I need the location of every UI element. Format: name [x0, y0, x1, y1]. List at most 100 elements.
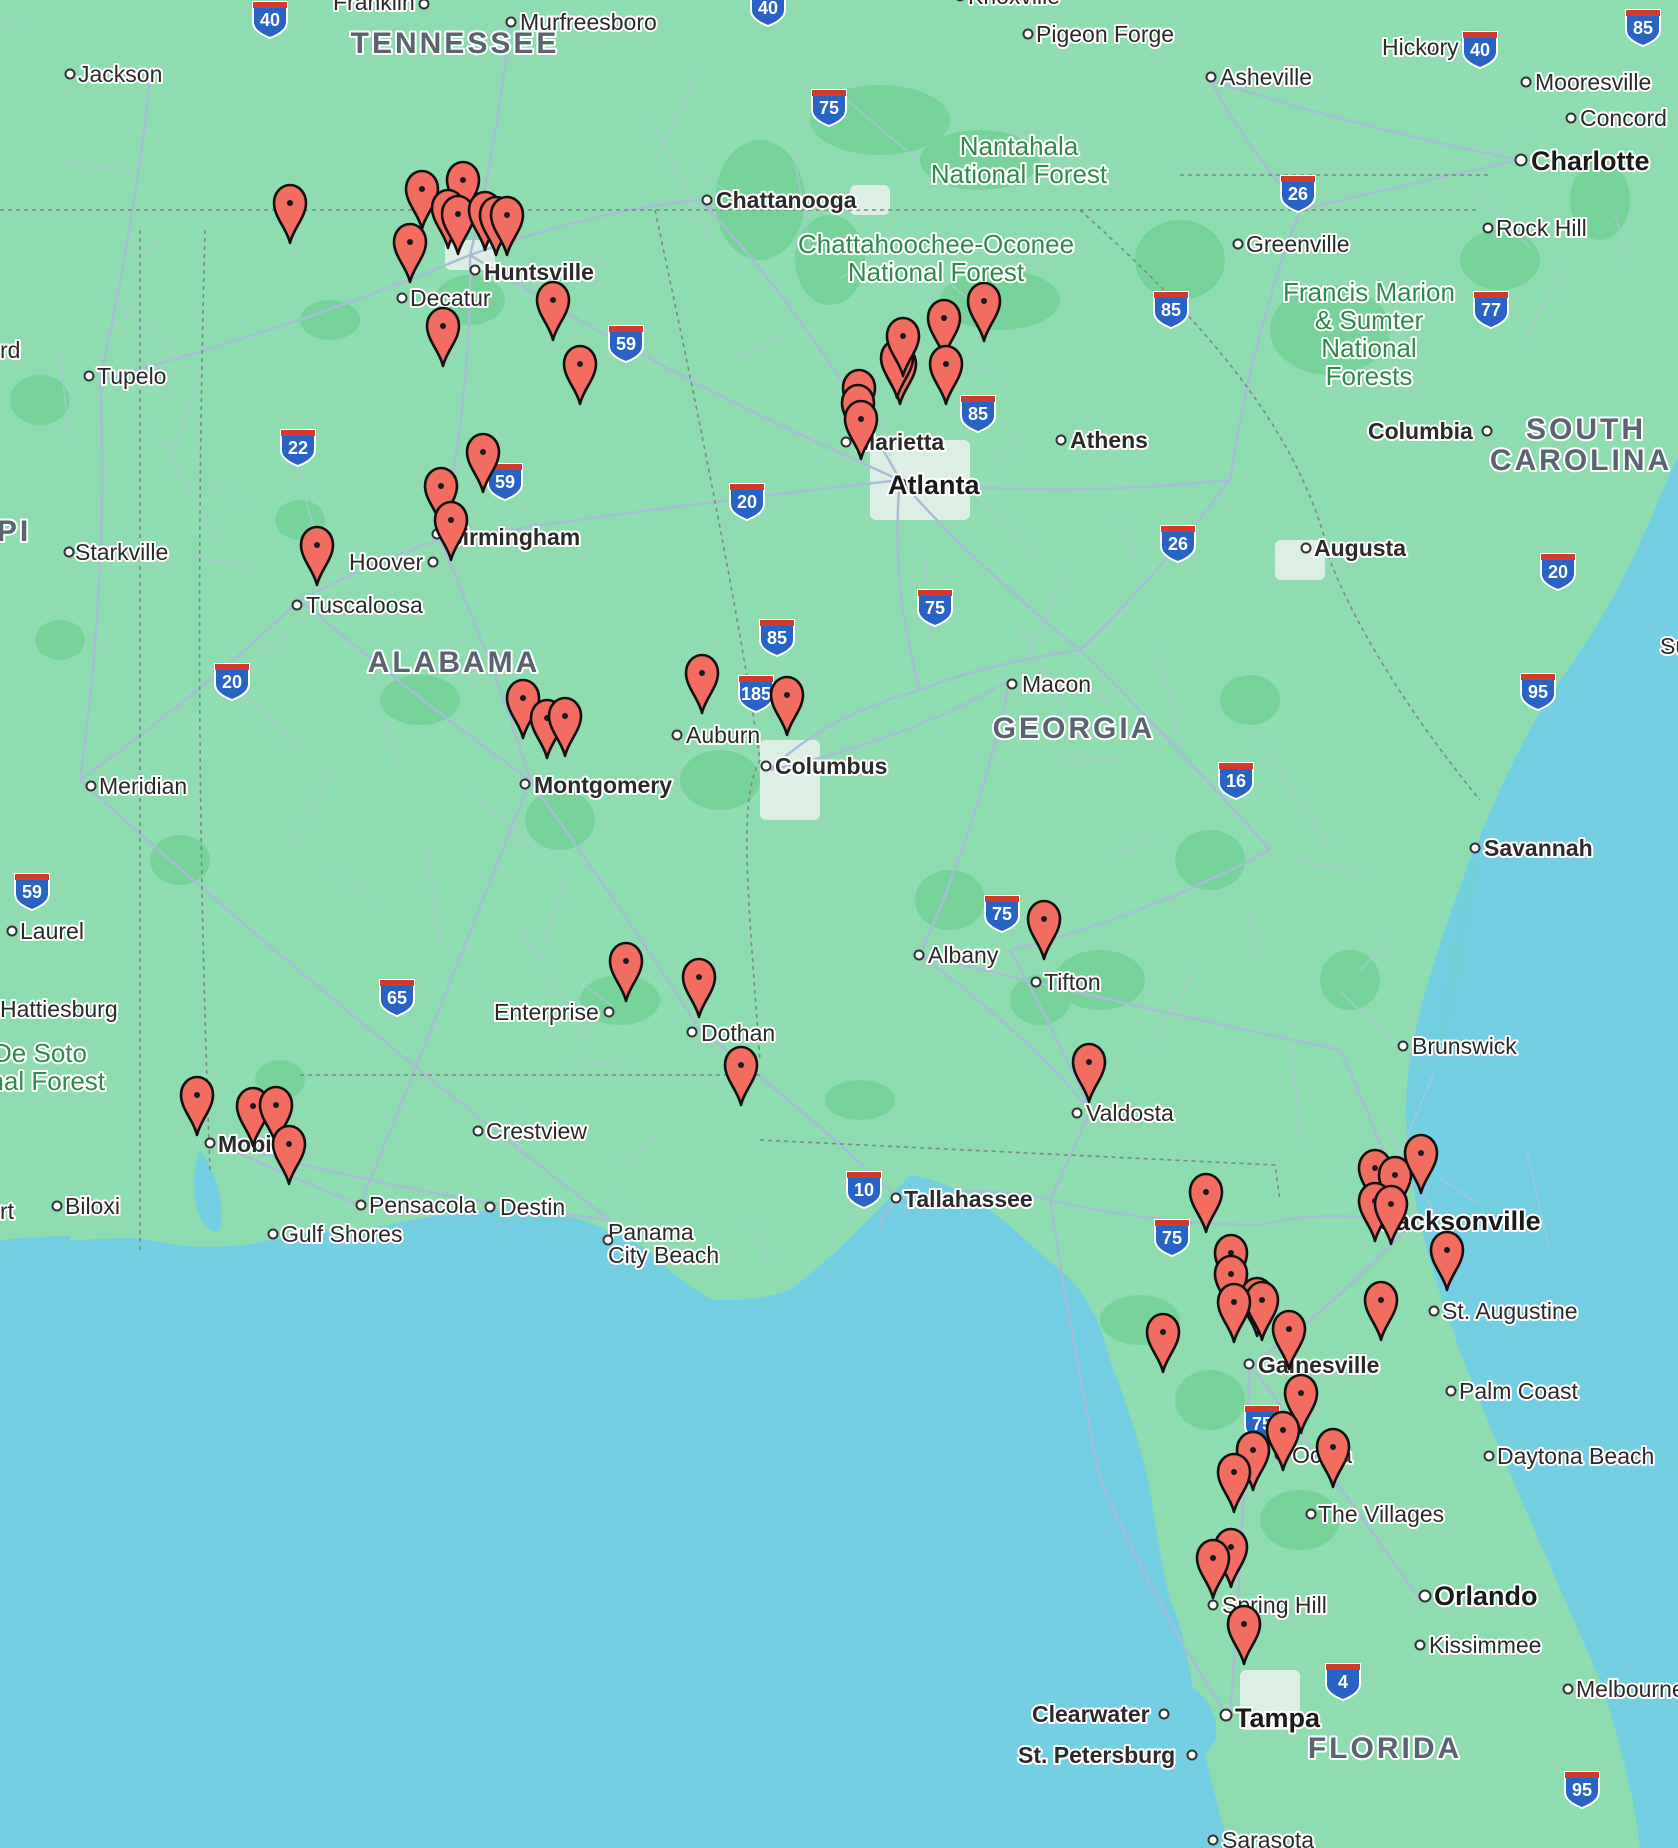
- map-canvas[interactable]: 40 40 85 75 26 85 77 59 85 22 59 20 20 26 75 85 185 20 95 1…: [0, 0, 1678, 1848]
- city-label[interactable]: Franklin: [331, 0, 430, 17]
- city-label[interactable]: Asheville: [1205, 62, 1314, 92]
- city-name: Montgomery: [534, 772, 672, 798]
- city-label[interactable]: Pigeon Forge: [1022, 19, 1176, 49]
- city-label[interactable]: Enterprise: [492, 997, 615, 1027]
- city-dot-icon: [1055, 434, 1067, 446]
- city-name: Tampa: [1235, 1703, 1321, 1733]
- interstate-shield-icon: 16: [1218, 762, 1254, 801]
- city-dot-icon: [6, 925, 18, 937]
- interstate-shield-icon: 10: [846, 1171, 882, 1210]
- city-label[interactable]: Tuscaloosa: [291, 590, 425, 620]
- city-label[interactable]: Tampa: [1219, 1701, 1323, 1735]
- svg-text:95: 95: [1528, 682, 1548, 702]
- city-label[interactable]: Chattanooga: [701, 185, 859, 215]
- city-label[interactable]: The Villages: [1305, 1499, 1446, 1529]
- city-name: Asheville: [1220, 64, 1312, 90]
- city-label[interactable]: Knoxville: [956, 0, 1062, 11]
- city-label[interactable]: Orlando: [1418, 1579, 1540, 1613]
- city-name: Albany: [928, 942, 999, 968]
- city-name: Kissimmee: [1429, 1632, 1541, 1658]
- city-label[interactable]: Rock Hill: [1482, 213, 1589, 243]
- city-label[interactable]: Montgomery: [519, 770, 674, 800]
- city-dot-icon: [83, 370, 95, 382]
- city-dot-icon: [671, 729, 683, 741]
- city-label[interactable]: Mooresville: [1520, 67, 1653, 97]
- forest-label: National Forest: [931, 159, 1108, 189]
- interstate-shield-icon: 75: [984, 895, 1020, 934]
- city-label[interactable]: Athens: [1055, 425, 1150, 455]
- city-label[interactable]: Palm Coast: [1445, 1376, 1580, 1406]
- city-name: The Villages: [1318, 1501, 1444, 1527]
- svg-text:85: 85: [1633, 18, 1653, 38]
- city-dot-icon: [913, 949, 925, 961]
- city-dot-icon: [85, 780, 97, 792]
- city-label[interactable]: rd: [0, 335, 22, 365]
- city-label[interactable]: Augusta: [1300, 533, 1408, 563]
- city-label[interactable]: Charlotte: [1514, 144, 1652, 178]
- city-label[interactable]: Hickory: [1380, 32, 1461, 62]
- city-label[interactable]: Sarasota: [1207, 1825, 1316, 1848]
- interstate-shield-icon: 85: [1625, 9, 1661, 48]
- city-name: Hoover: [349, 549, 423, 575]
- city-name: Laurel: [20, 918, 84, 944]
- city-label[interactable]: St. Augustine: [1428, 1296, 1580, 1326]
- interstate-shield-icon: 22: [280, 429, 316, 468]
- city-dot-icon: [890, 1192, 902, 1204]
- city-dot-icon: [1565, 112, 1577, 124]
- city-label[interactable]: Starkville: [63, 537, 170, 567]
- city-label[interactable]: Albany: [913, 940, 1001, 970]
- city-label[interactable]: rt: [0, 1196, 17, 1226]
- map-view[interactable]: 40 40 85 75 26 85 77 59 85 22 59 20 20 26 75 85 185 20 95 1…: [0, 0, 1678, 1848]
- city-label[interactable]: Kissimmee: [1414, 1630, 1543, 1660]
- svg-text:16: 16: [1226, 771, 1246, 791]
- svg-text:59: 59: [616, 334, 636, 354]
- city-label[interactable]: Valdosta: [1071, 1098, 1176, 1128]
- city-dot-icon: [1207, 1599, 1219, 1611]
- forest-label: Forests: [1326, 361, 1413, 391]
- city-label[interactable]: Tupelo: [83, 361, 168, 391]
- city-dot-icon: [1520, 76, 1532, 88]
- city-dot-icon: [267, 1228, 279, 1240]
- svg-text:65: 65: [387, 988, 407, 1008]
- svg-text:20: 20: [222, 672, 242, 692]
- svg-text:75: 75: [1162, 1228, 1182, 1248]
- city-label[interactable]: Savannah: [1469, 833, 1595, 863]
- city-label[interactable]: Sur: [1658, 631, 1678, 661]
- city-label[interactable]: Huntsville: [469, 257, 596, 287]
- city-dot-icon: [1481, 425, 1493, 437]
- city-label[interactable]: Dothan: [686, 1018, 777, 1048]
- city-label[interactable]: Greenville: [1232, 229, 1352, 259]
- city-label[interactable]: St. Petersburg: [1016, 1740, 1198, 1770]
- city-dot-icon: [63, 546, 75, 558]
- city-name: Macon: [1022, 671, 1091, 697]
- city-label[interactable]: Melbourne: [1562, 1674, 1678, 1704]
- city-label[interactable]: Daytona Beach: [1483, 1441, 1656, 1471]
- city-dot-icon: [1071, 1107, 1083, 1119]
- interstate-shield-icon: 59: [608, 325, 644, 364]
- city-name: Savannah: [1484, 835, 1593, 861]
- city-label[interactable]: Atlanta: [886, 468, 982, 502]
- city-label[interactable]: Meridian: [85, 771, 189, 801]
- city-name: Clearwater: [1032, 1701, 1150, 1727]
- interstate-shield-icon: 40: [1462, 31, 1498, 70]
- city-label[interactable]: Gulf Shores: [267, 1219, 404, 1249]
- city-label[interactable]: Hattiesburg: [0, 994, 120, 1024]
- city-label[interactable]: Pensacola: [355, 1190, 479, 1220]
- city-dot-icon: [1205, 71, 1217, 83]
- city-label[interactable]: Clearwater: [1030, 1699, 1170, 1729]
- city-label[interactable]: Brunswick: [1397, 1031, 1519, 1061]
- city-label[interactable]: Tallahassee: [890, 1184, 1035, 1214]
- forest-label: De Soto: [0, 1038, 87, 1068]
- city-label[interactable]: Auburn: [671, 720, 762, 750]
- svg-text:59: 59: [22, 882, 42, 902]
- city-name: Valdosta: [1086, 1100, 1174, 1126]
- city-label[interactable]: Concord: [1565, 103, 1669, 133]
- city-label[interactable]: Jackson: [64, 59, 164, 89]
- city-dot-icon: [427, 556, 439, 568]
- city-label[interactable]: Gainesville: [1243, 1350, 1381, 1380]
- city-label[interactable]: Spring Hill: [1207, 1590, 1329, 1620]
- city-label[interactable]: Columbus: [760, 751, 889, 781]
- state-label: CAROLINA: [1490, 444, 1672, 477]
- city-label[interactable]: Murfreesboro: [505, 7, 659, 37]
- city-label[interactable]: Crestview: [472, 1116, 589, 1146]
